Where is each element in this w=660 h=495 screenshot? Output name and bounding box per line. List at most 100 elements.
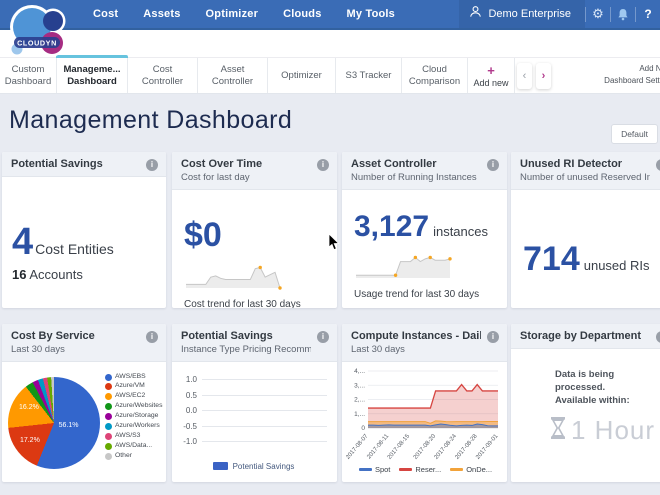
info-icon[interactable]: i [146,159,158,171]
cost-by-service-pie-chart: 56.1% 17.2% 16.2% [8,377,100,469]
info-icon[interactable]: i [656,331,660,343]
gridline [202,441,327,442]
card-subtitle: Number of unused Reserved Instances [520,172,650,183]
gear-icon[interactable]: ⚙ [586,0,610,28]
tabs-scroll-left-button[interactable]: ‹ [517,63,532,89]
person-icon [469,5,482,23]
info-icon[interactable]: i [317,159,329,171]
usage-trend-sparkline [354,252,495,285]
card-header: Potential Savings Instance Type Pricing … [172,324,337,362]
card-unused-ri-detector: Unused RI Detector Number of unused Rese… [511,152,660,308]
instances-unit: instances [433,224,488,239]
legend-item: Azure/Storage [105,412,163,420]
topbar-right-controls: Demo Enterprise ⚙ ? [459,0,660,28]
tabs-scroll-right-button[interactable]: › [536,63,551,89]
legend-swatch [105,393,112,400]
cost-entities-label: Cost Entities [35,241,114,257]
legend-swatch [105,453,112,460]
legend-swatch [105,433,112,440]
card-header: Asset Controller Number of Running Insta… [342,152,507,190]
legend-swatch [105,413,112,420]
info-icon[interactable]: i [656,159,660,171]
tab-cost-controller[interactable]: Cost Controller [128,58,198,93]
info-icon[interactable]: i [487,331,499,343]
card-body: 3,127 instances Usage trend for last 30 … [342,190,507,300]
info-icon[interactable]: i [317,331,329,343]
y-axis-tick: 0.5 [180,391,202,400]
tab-management-dashboard[interactable]: Manageme... Dashboard [57,58,128,93]
menu-item-my-tools[interactable]: My Tools [347,8,395,20]
potential-savings-legend[interactable]: Potential Savings [180,462,327,471]
cloudyn-logo[interactable]: CLOUDYN [5,1,67,59]
legend-item-ondemand[interactable]: OnDe... [450,465,492,474]
svg-text:2017-09-01: 2017-09-01 [475,433,500,461]
gridline [202,410,327,411]
svg-text:2,...: 2,... [354,397,365,404]
availability-row: 1 Hour [549,415,660,446]
card-potential-savings-recommendations: Potential Savings Instance Type Pricing … [172,324,337,482]
legend-item: AWS/Data... [105,442,163,450]
menu-item-assets[interactable]: Assets [143,8,180,20]
unused-ri-unit: unused RIs [584,258,650,273]
sparkline-caption: Cost trend for last 30 days [184,299,325,308]
axis-row: 0.5 [180,388,327,404]
legend-label: Spot [375,465,390,474]
legend-item: AWS/S3 [105,432,163,440]
legend-label: AWS/EC2 [115,392,163,400]
card-body: Data is being processed. Available withi… [511,349,660,446]
card-compute-instances-daily-trend: Compute Instances - Daily Trend Last 30 … [342,324,507,482]
menu-item-optimizer[interactable]: Optimizer [206,8,259,20]
card-subtitle: Cost for last day [181,172,311,183]
tab-asset-controller[interactable]: Asset Controller [198,58,268,93]
card-body: $0 Cost trend for last 30 days [172,190,337,308]
tab-optimizer[interactable]: Optimizer [268,58,336,93]
legend-label: Azure/Storage [115,412,163,420]
tab-custom-dashboard[interactable]: Custom Dashboard [0,58,57,93]
legend-swatch [105,423,112,430]
info-icon[interactable]: i [487,159,499,171]
pie-slice-label: 16.2% [19,404,39,411]
add-new-label: Add new [473,78,508,88]
help-icon[interactable]: ? [636,0,660,28]
legend-swatch [450,468,463,471]
info-icon[interactable]: i [146,331,158,343]
hourglass-icon [549,416,567,445]
tab-s3-tracker[interactable]: S3 Tracker [336,58,402,93]
gridline [202,426,327,427]
plus-icon: + [487,64,495,77]
instances-value: 3,127 [354,212,429,242]
menu-item-clouds[interactable]: Clouds [283,8,321,20]
svg-text:1,...: 1,... [354,411,365,418]
card-body: 1.00.50.0-0.5-1.0 Potential Savings [172,362,337,471]
card-title: Asset Controller [351,158,481,170]
card-title: Potential Savings [181,330,311,342]
user-account-button[interactable]: Demo Enterprise [459,0,585,28]
card-body: 56.1% 17.2% 16.2% AWS/EBS Azure/VM AWS/E… [2,362,166,469]
legend-swatch [105,443,112,450]
axis-row: 1.0 [180,372,327,388]
top-navigation-bar: Cost Assets Optimizer Clouds My Tools De… [0,0,660,30]
legend-item-spot[interactable]: Spot [359,465,390,474]
card-body: 714 unused RIs [511,190,660,276]
logo-text: CLOUDYN [17,39,57,48]
card-header: Cost Over Time Cost for last day i [172,152,337,190]
card-subtitle: Last 30 days [11,344,140,355]
card-asset-controller: Asset Controller Number of Running Insta… [342,152,507,308]
add-new-dashboard-button[interactable]: + Add new [468,58,515,93]
axis-row: -0.5 [180,419,327,435]
legend-label: AWS/S3 [115,432,163,440]
processing-message: Data is being processed. Available withi… [555,369,647,407]
legend-item: Azure/Workers [105,422,163,430]
menu-item-cost[interactable]: Cost [93,8,118,20]
tab-cloud-comparison[interactable]: Cloud Comparison [402,58,468,93]
card-title: Compute Instances - Daily Trend [351,330,481,342]
accounts-metric: 16 Accounts [12,267,156,282]
bell-icon[interactable] [611,0,635,28]
legend-item-reserved[interactable]: Reser... [399,465,441,474]
legend-label: Azure/VM [115,382,163,390]
default-button[interactable]: Default [611,124,658,144]
pie-slice-label: 17.2% [20,437,40,444]
dashboard-settings-menu[interactable]: Add Ne Dashboard Settin [604,63,660,87]
svg-text:3,...: 3,... [354,382,365,389]
svg-text:2017-08-15: 2017-08-15 [387,433,412,461]
